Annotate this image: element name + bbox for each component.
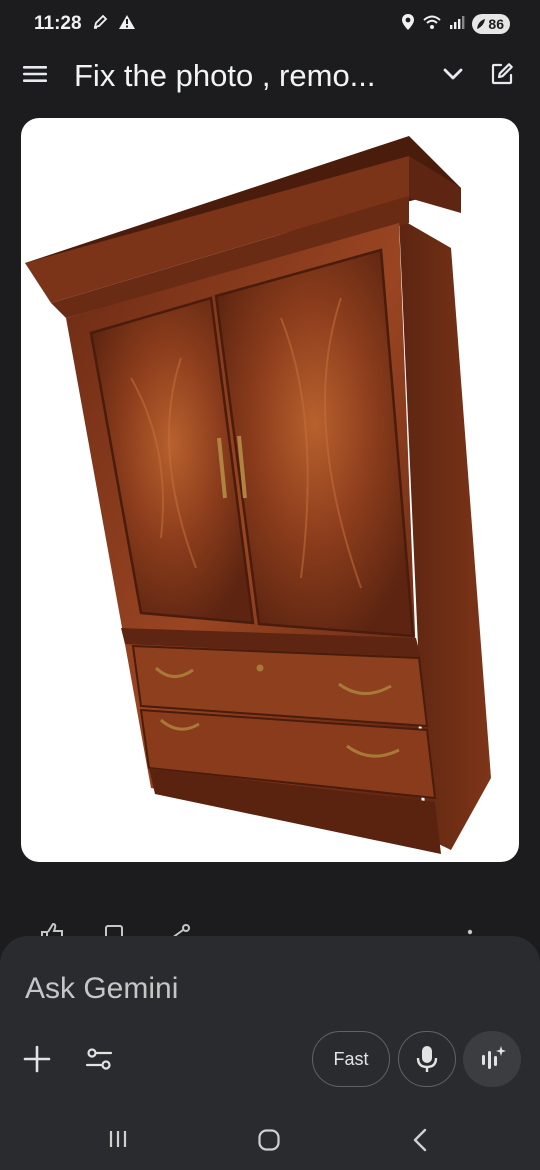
system-nav-bar	[0, 1110, 540, 1170]
chevron-down-icon[interactable]	[442, 67, 464, 86]
warning-icon	[118, 14, 136, 35]
microphone-icon	[416, 1046, 438, 1072]
edit-icon[interactable]	[490, 62, 514, 91]
recent-apps-icon[interactable]	[107, 1128, 129, 1155]
back-icon[interactable]	[410, 1128, 430, 1157]
live-icon	[482, 1046, 506, 1069]
pen-icon	[92, 14, 108, 35]
live-button[interactable]	[463, 1031, 521, 1087]
microphone-button[interactable]	[398, 1031, 456, 1087]
generated-image[interactable]	[21, 118, 519, 862]
battery-badge: 86	[472, 14, 510, 34]
home-icon[interactable]	[257, 1128, 281, 1157]
battery-level: 86	[488, 16, 504, 32]
model-mode-button[interactable]: Fast	[312, 1031, 390, 1087]
menu-icon[interactable]	[22, 64, 48, 89]
signal-icon	[449, 14, 465, 35]
status-right: 86	[401, 13, 510, 36]
prompt-input[interactable]: Ask Gemini	[25, 972, 178, 1006]
armoire-illustration	[25, 136, 491, 854]
prompt-composer: Ask Gemini Fast	[0, 936, 540, 1110]
conversation-title[interactable]: Fix the photo , remo...	[74, 58, 414, 94]
tools-icon[interactable]	[82, 1042, 116, 1076]
plus-icon[interactable]	[20, 1042, 54, 1076]
location-icon	[401, 13, 415, 36]
status-time: 11:28	[34, 13, 82, 34]
app-bar: Fix the photo , remo...	[0, 48, 540, 104]
wifi-icon	[422, 14, 442, 35]
battery-saver-icon	[477, 19, 486, 29]
status-bar: 11:28 86	[0, 0, 540, 48]
status-left: 11:28	[34, 13, 136, 35]
